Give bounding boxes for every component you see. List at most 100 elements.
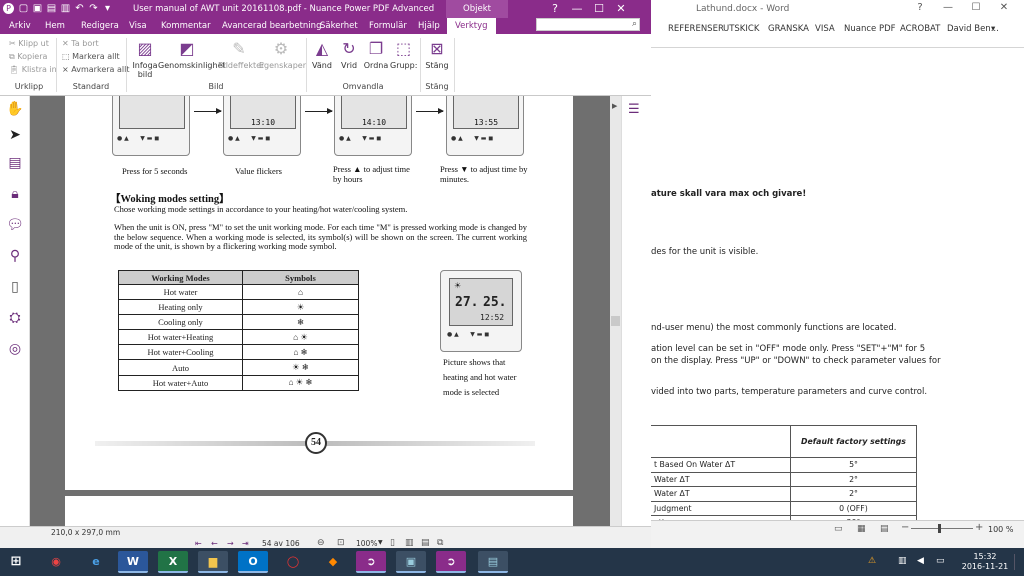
continuous-icon[interactable]: ▤ xyxy=(421,538,430,548)
cut-button[interactable]: ✂ Klipp ut xyxy=(9,39,49,48)
document-canvas[interactable]: ● ▲ ▼ ▬ ◼ 13:10 ● ▲ ▼ ▬ ◼ 14:10 ● ▲ ▼ ▬ ◼ … xyxy=(30,96,610,526)
word-taskbar-icon[interactable]: W xyxy=(118,551,148,573)
outlook-icon[interactable]: O xyxy=(238,551,268,573)
pdf-maximize-button[interactable]: ☐ xyxy=(589,2,609,16)
word-help-button[interactable]: ? xyxy=(906,2,934,16)
word-tab-visa[interactable]: VISA xyxy=(815,24,835,34)
pdf-close-button[interactable]: ✕ xyxy=(611,2,631,16)
delete-button[interactable]: ✕ Ta bort xyxy=(62,39,99,48)
search-input[interactable]: ⌕ xyxy=(536,18,640,31)
power-pdf-icon[interactable]: ➲ xyxy=(356,551,386,573)
clock[interactable]: 15:32 2016-11-21 xyxy=(960,552,1010,572)
previous-page-icon[interactable]: ← xyxy=(211,539,218,548)
file-explorer-icon[interactable]: ▆ xyxy=(198,551,228,573)
comment-icon[interactable]: 💬︎ xyxy=(5,215,25,235)
tab-hem[interactable]: Hem xyxy=(45,21,65,31)
network-icon[interactable]: ▥ xyxy=(898,556,907,566)
zoom-out-button[interactable]: − xyxy=(901,522,909,533)
scrollbar-thumb[interactable] xyxy=(611,316,620,326)
stamp-icon[interactable]: ⛭ xyxy=(5,308,25,328)
deselect-all-button[interactable]: ⨯ Avmarkera allt xyxy=(62,65,129,74)
word-tab-acrobat[interactable]: ACROBAT xyxy=(900,24,940,34)
customize-icon[interactable]: ▾ xyxy=(102,3,113,14)
print-layout-icon[interactable]: ▦ xyxy=(857,524,866,534)
pdf-help-button[interactable]: ? xyxy=(545,2,565,16)
web-layout-icon[interactable]: ▤ xyxy=(880,524,889,534)
photo-viewer-icon[interactable]: ▣ xyxy=(396,551,426,573)
attachment-icon[interactable]: ⚲ xyxy=(5,246,25,266)
zoom-slider[interactable] xyxy=(911,528,973,529)
tab-hjalp[interactable]: Hjälp xyxy=(418,21,440,31)
insert-image-button[interactable]: ▨ Infoga bild xyxy=(128,39,162,79)
paste-button[interactable]: 📋︎ Klistra in xyxy=(9,65,57,74)
single-page-icon[interactable]: ▯ xyxy=(390,538,395,548)
fit-page-icon[interactable]: ⊡ xyxy=(337,538,345,548)
start-windows-icon[interactable]: ⊞ xyxy=(2,551,30,573)
new-doc-icon[interactable]: ▢ xyxy=(18,3,29,14)
lock-icon[interactable]: 🔒︎ xyxy=(5,184,25,204)
tab-formular[interactable]: Formulär xyxy=(369,21,407,31)
pages-icon[interactable]: ▤ xyxy=(5,153,25,173)
word-close-button[interactable]: ✕ xyxy=(990,2,1018,16)
select-all-button[interactable]: ⬚ Markera allt xyxy=(62,52,120,61)
redo-icon[interactable]: ↷ xyxy=(88,3,99,14)
first-page-icon[interactable]: ⇤ xyxy=(195,539,202,548)
full-screen-icon[interactable]: ⧉ xyxy=(437,538,443,548)
read-mode-icon[interactable]: ▭ xyxy=(834,524,843,534)
word-tab-granska[interactable]: GRANSKA xyxy=(768,24,809,34)
rotate-button[interactable]: ↻ Vrid xyxy=(336,39,362,70)
tab-redigera[interactable]: Redigera xyxy=(81,21,119,31)
zoom-in-button[interactable]: + xyxy=(975,522,983,533)
excel-taskbar-icon[interactable]: X xyxy=(158,551,188,573)
chevron-down-icon[interactable]: ▾ xyxy=(991,24,995,34)
internet-explorer-icon[interactable]: e xyxy=(81,551,111,573)
select-tool-icon[interactable]: ➤ xyxy=(5,125,25,145)
group-button[interactable]: ⬚ Grupp: xyxy=(390,39,417,70)
print-icon[interactable]: ▥ xyxy=(60,3,71,14)
app-icon[interactable]: ◆ xyxy=(318,551,348,573)
tab-avancerad-bearbetning[interactable]: Avancerad bearbetning xyxy=(222,21,321,31)
properties-button[interactable]: ⚙ Egenskaper xyxy=(259,39,306,70)
page-indicator[interactable]: 54 av 106 xyxy=(262,539,300,548)
arrange-button[interactable]: ❐ Ordna xyxy=(362,39,390,70)
copy-button[interactable]: ⧉ Kopiera xyxy=(9,52,47,62)
word-tab-nuance-pdf[interactable]: Nuance PDF xyxy=(844,24,896,34)
zoom-slider-thumb[interactable] xyxy=(938,524,941,533)
search-icon[interactable]: ⌕ xyxy=(632,19,637,29)
properties-panel-icon[interactable]: ☰ xyxy=(628,102,640,117)
transparency-button[interactable]: ◩ Genomskinlighet xyxy=(158,39,226,70)
word-zoom-level[interactable]: 100 % xyxy=(988,525,1013,534)
hand-tool-icon[interactable]: ✋ xyxy=(5,99,25,119)
document-icon[interactable]: ▯ xyxy=(5,277,25,297)
open-icon[interactable]: ▣ xyxy=(32,3,43,14)
zoom-icon[interactable]: ⊖ xyxy=(317,538,325,548)
expand-panel-icon[interactable]: ▶ xyxy=(612,102,617,110)
power-pdf-icon[interactable]: ➲ xyxy=(436,551,466,573)
pdf-zoom-level[interactable]: 100% xyxy=(356,539,377,548)
notification-icon[interactable]: ⚠ xyxy=(868,556,876,566)
chevron-down-icon[interactable]: ▼ xyxy=(378,539,383,546)
layers-icon[interactable]: ◎ xyxy=(5,339,25,359)
remote-desktop-icon[interactable]: ▤ xyxy=(478,551,508,573)
tab-sakerhet[interactable]: Säkerhet xyxy=(320,21,358,31)
vertical-scrollbar[interactable] xyxy=(610,96,621,526)
tab-arkiv[interactable]: Arkiv xyxy=(9,21,31,31)
next-page-icon[interactable]: → xyxy=(227,539,234,548)
tab-kommentar[interactable]: Kommentar xyxy=(161,21,211,31)
two-page-icon[interactable]: ▥ xyxy=(405,538,414,548)
tab-verktyg[interactable]: Verktyg xyxy=(447,18,496,34)
flip-button[interactable]: ◭ Vänd xyxy=(309,39,335,70)
close-tool-button[interactable]: ⊠ Stäng xyxy=(423,39,451,70)
tab-visa[interactable]: Visa xyxy=(129,21,147,31)
image-effects-button[interactable]: ✎ Bildeffekter xyxy=(218,39,264,70)
save-icon[interactable]: ▤ xyxy=(46,3,57,14)
volume-icon[interactable]: ◀ xyxy=(917,556,924,566)
battery-icon[interactable]: ▭ xyxy=(936,556,945,566)
chrome-icon[interactable]: ◉ xyxy=(41,551,71,573)
pdf-minimize-button[interactable]: — xyxy=(567,2,587,16)
word-maximize-button[interactable]: ☐ xyxy=(962,2,990,16)
word-tab-utskick[interactable]: UTSKICK xyxy=(723,24,759,34)
last-page-icon[interactable]: ⇥ xyxy=(242,539,249,548)
word-minimize-button[interactable]: — xyxy=(934,2,962,16)
opera-icon[interactable]: ◯ xyxy=(278,551,308,573)
